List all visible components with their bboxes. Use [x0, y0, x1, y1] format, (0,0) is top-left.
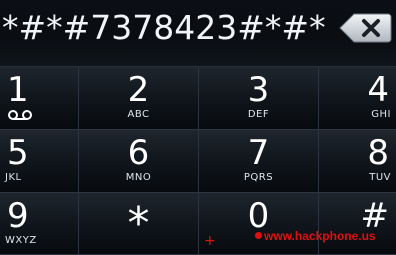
key-1[interactable]: 1	[0, 67, 79, 130]
key-8[interactable]: 8 TUV	[319, 130, 396, 193]
key-digit: 5	[7, 133, 29, 173]
key-3[interactable]: 3 DEF	[199, 67, 319, 130]
key-letters: JKL	[5, 172, 22, 183]
voicemail-icon	[8, 110, 32, 120]
key-hash[interactable]: #	[319, 193, 396, 255]
key-letters: DEF	[247, 109, 270, 120]
dial-keypad: 1 2 ABC 3 DEF 4 GHI 5 JKL 6 MNO 7 PQRS 8 TUV 9 WXYZ * 0 + #	[0, 67, 396, 255]
key-5[interactable]: 5 JKL	[0, 130, 79, 193]
watermark-text: www.hackphone.us	[264, 229, 376, 243]
key-0[interactable]: 0 +	[199, 193, 319, 255]
key-2[interactable]: 2 ABC	[79, 67, 199, 130]
key-4[interactable]: 4 GHI	[319, 67, 396, 130]
key-digit: 2	[127, 70, 150, 110]
key-7[interactable]: 7 PQRS	[199, 130, 319, 193]
key-star[interactable]: *	[79, 193, 199, 255]
delete-button[interactable]	[338, 12, 392, 44]
key-digit: 7	[247, 133, 270, 173]
key-letters: ABC	[127, 109, 150, 120]
key-9[interactable]: 9 WXYZ	[0, 193, 79, 255]
key-digit: *	[127, 198, 150, 249]
key-digit: 6	[127, 133, 150, 173]
backspace-x-icon	[339, 13, 392, 43]
key-digit: 3	[247, 70, 270, 110]
key-digit: 9	[7, 196, 29, 236]
key-6[interactable]: 6 MNO	[79, 130, 199, 193]
watermark-bullet	[255, 232, 262, 239]
key-letters: TUV	[369, 172, 391, 183]
key-digit: 4	[367, 70, 389, 110]
key-letters: MNO	[125, 172, 152, 183]
key-digit: 8	[367, 133, 389, 173]
dialed-number: *#*#7378423#*#*	[2, 8, 326, 47]
dial-display: *#*#7378423#*#*	[0, 0, 396, 67]
watermark: www.hackphone.us	[255, 229, 376, 243]
key-digit: 1	[7, 70, 29, 110]
key-letters: PQRS	[243, 172, 274, 183]
key-letters: GHI	[371, 109, 391, 120]
key-letters: WXYZ	[5, 235, 37, 246]
